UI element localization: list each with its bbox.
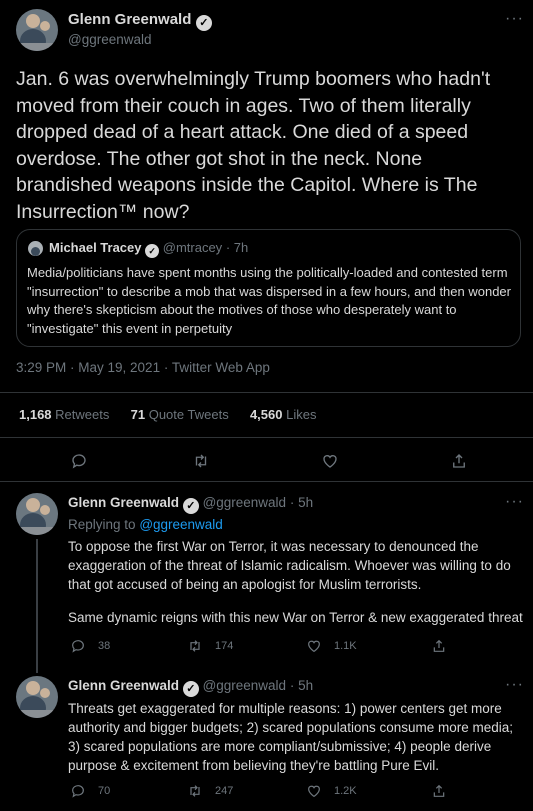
retweets-count: 1,168 [19, 407, 52, 422]
quotes-stat[interactable]: 71 Quote Tweets [131, 407, 233, 422]
like-button[interactable]: 1.2K [306, 783, 357, 799]
author-handle[interactable]: @ggreenwald [68, 32, 152, 47]
verified-badge-icon: ✓ [145, 244, 160, 258]
thread-line [36, 539, 38, 673]
reply-icon [72, 785, 84, 798]
retweet-icon [190, 640, 200, 652]
like-icon [308, 640, 320, 653]
reply-text: Same dynamic reigns with this new War on… [68, 610, 523, 625]
replying-to-link[interactable]: @ggreenwald [139, 517, 223, 532]
avatar[interactable] [16, 676, 58, 718]
reply-text: Threats get exaggerated for multiple rea… [68, 701, 514, 773]
like-button[interactable]: 1.1K [306, 638, 357, 654]
tweet-time[interactable]: · 5h [290, 495, 313, 510]
tweet-timestamp[interactable]: 3:29 PM · May 19, 2021 · Twitter Web App [16, 360, 270, 375]
divider [0, 481, 533, 482]
author-name[interactable]: Glenn Greenwald [68, 11, 191, 28]
tweet-text: Jan. 6 was overwhelmingly Trump boomers … [16, 68, 491, 223]
share-icon[interactable] [431, 638, 447, 659]
quote-time: · 7h [225, 240, 249, 255]
share-icon[interactable] [431, 783, 447, 804]
like-icon [308, 785, 320, 798]
reply-icon[interactable] [70, 452, 88, 475]
divider [0, 437, 533, 438]
more-icon[interactable]: ··· [505, 10, 524, 28]
reply-text: To oppose the first War on Terror, it wa… [68, 539, 511, 592]
replying-to-label: Replying to [68, 517, 136, 532]
share-icon[interactable] [450, 452, 468, 475]
quote-author-name: Michael Tracey [49, 240, 142, 255]
reply-button[interactable]: 38 [70, 638, 110, 654]
more-icon[interactable]: ··· [505, 676, 524, 694]
likes-count: 4,560 [249, 407, 283, 422]
verified-badge-icon: ✓ [182, 681, 199, 697]
retweet-button[interactable]: 174 [187, 638, 233, 654]
retweet-count: 174 [215, 640, 234, 652]
verified-badge-icon: ✓ [195, 15, 212, 31]
more-icon[interactable]: ··· [505, 493, 524, 511]
reply-count: 70 [98, 785, 111, 797]
author-name[interactable]: Glenn Greenwald [68, 495, 179, 510]
retweet-icon [190, 785, 200, 797]
quote-avatar [28, 241, 43, 256]
like-icon[interactable] [321, 452, 339, 475]
likes-stat[interactable]: 4,560 Likes [250, 407, 317, 422]
retweet-icon[interactable] [192, 452, 210, 475]
replying-to: Replying to @ggreenwald [68, 517, 223, 532]
quote-tweet[interactable]: Michael Tracey ✓ @mtracey · 7h Media/pol… [16, 229, 521, 347]
reply-count: 38 [98, 640, 111, 652]
like-count: 1.2K [334, 785, 357, 797]
quote-text: Media/politicians have spent months usin… [27, 265, 511, 336]
reply-icon [72, 640, 84, 653]
quotes-label: Quote Tweets [148, 407, 229, 422]
author-handle[interactable]: @ggreenwald [203, 678, 287, 693]
verified-badge-icon: ✓ [182, 498, 199, 514]
like-count: 1.1K [334, 640, 357, 652]
retweets-label: Retweets [55, 407, 110, 422]
avatar[interactable] [16, 493, 58, 535]
author-name[interactable]: Glenn Greenwald [68, 678, 179, 693]
avatar[interactable] [16, 9, 58, 51]
retweet-count: 247 [215, 785, 234, 797]
retweets-stat[interactable]: 1,168 Retweets [19, 407, 113, 422]
author-handle[interactable]: @ggreenwald [203, 495, 287, 510]
quote-author-handle: @mtracey [162, 240, 223, 255]
likes-label: Likes [286, 407, 317, 422]
reply-button[interactable]: 70 [70, 783, 110, 799]
tweet-time[interactable]: · 5h [290, 678, 313, 693]
quotes-count: 71 [130, 407, 146, 422]
divider [0, 392, 533, 393]
retweet-button[interactable]: 247 [187, 783, 233, 799]
stats-row: 1,168 Retweets 71 Quote Tweets 4,560 Lik… [19, 407, 316, 422]
